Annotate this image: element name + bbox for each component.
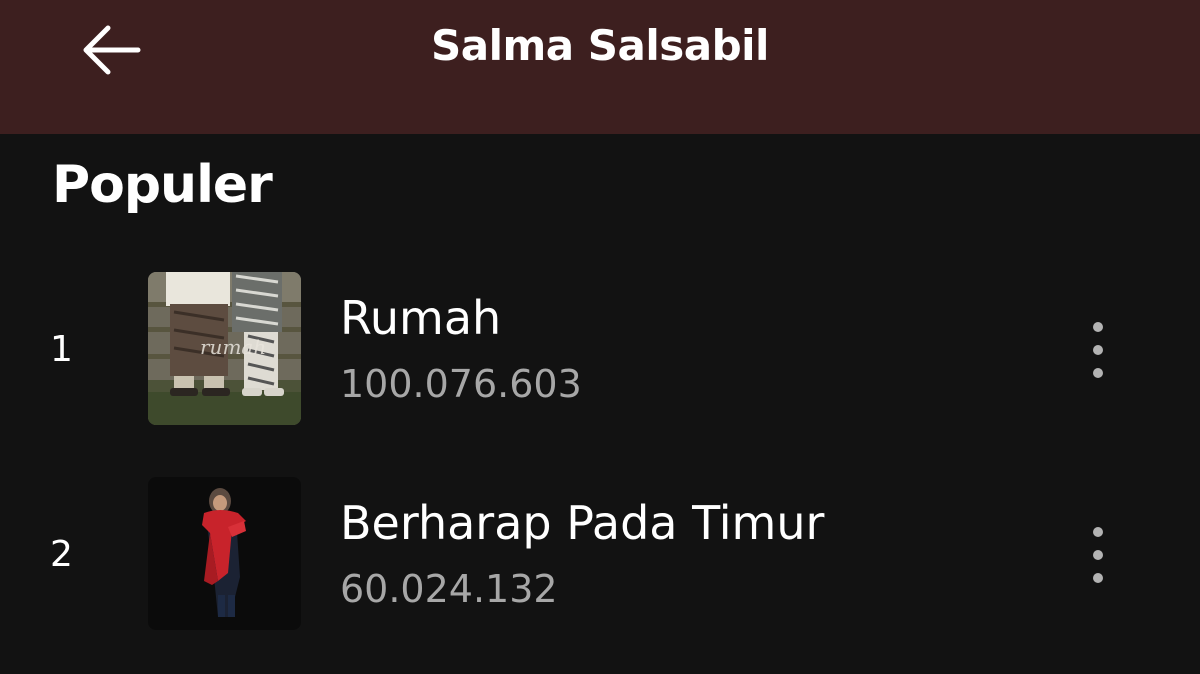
album-cover-rumah: rumah: [148, 272, 301, 425]
more-vertical-icon: [1093, 322, 1103, 332]
track-rank: 1: [50, 329, 73, 370]
section-title-populer: Populer: [52, 155, 273, 215]
more-vertical-icon: [1093, 527, 1103, 537]
cover-lettering: rumah: [200, 335, 266, 359]
album-cover-berharap-pada-timur: [148, 477, 301, 630]
track-play-count: 100.076.603: [340, 362, 582, 406]
artist-title: Salma Salsabil: [431, 21, 769, 70]
track-title: Berharap Pada Timur: [340, 496, 825, 550]
track-play-count: 60.024.132: [340, 567, 558, 611]
track-row[interactable]: 2 Berharap Pada Timur 60.024.132: [0, 477, 1200, 633]
more-options-button[interactable]: [1074, 517, 1122, 593]
more-options-button[interactable]: [1074, 312, 1122, 388]
top-bar: Salma Salsabil: [0, 0, 1200, 134]
track-title: Rumah: [340, 291, 502, 345]
track-rank: 2: [50, 534, 73, 575]
track-row[interactable]: 1 rumah Rumah 100.076.603: [0, 272, 1200, 428]
